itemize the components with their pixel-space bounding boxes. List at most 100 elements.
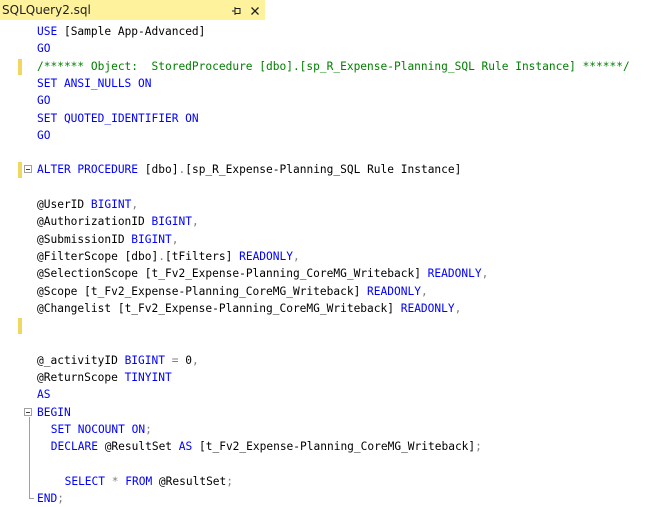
code-line[interactable]: USE [Sample App-Advanced] [0,23,658,40]
code-token: SELECT [64,474,112,488]
collapse-icon[interactable] [24,407,32,416]
code-line[interactable] [0,317,658,335]
code-line[interactable]: @Scope [t_Fv2_Expense-Planning_CoreMG_Wr… [0,283,658,300]
code-token: ; [226,474,234,488]
code-line[interactable] [0,144,658,161]
code-line[interactable]: @AuthorizationID BIGINT, [0,213,658,230]
code-token: [t_Fv2_Expense-Planning_CoreMG_Writeback… [199,440,476,454]
code-line[interactable]: @SelectionScope [t_Fv2_Expense-Planning_… [0,265,658,282]
code-token: @SelectionScope [37,267,145,281]
code-line[interactable] [0,456,658,473]
code-line[interactable]: @Changelist [t_Fv2_Expense-Planning_Core… [0,300,658,317]
document-tab-bar: SQLQuery2.sql [0,0,658,20]
code-text: @Changelist [t_Fv2_Expense-Planning_Core… [37,300,461,317]
code-token: , [481,267,489,281]
code-token: BIGINT [124,353,172,367]
code-line[interactable]: AS [0,386,658,403]
code-token: ; [145,422,152,436]
code-line[interactable]: ALTER PROCEDURE [dbo].[sp_R_Expense-Plan… [0,161,658,179]
code-text: SET NOCOUNT ON; [51,421,152,438]
pin-icon[interactable] [229,3,243,17]
code-token: @FilterScope [37,249,125,263]
code-token: , [191,215,199,229]
code-text: ALTER PROCEDURE [dbo].[sp_R_Expense-Plan… [37,161,461,178]
code-token: ; [475,440,482,454]
code-token: BEGIN [37,405,71,419]
code-text: @AuthorizationID BIGINT, [37,213,199,230]
code-token: [sp_R_Expense-Planning_SQL Rule Instance… [185,163,462,177]
code-text: USE [Sample App-Advanced] [37,23,205,40]
code-line[interactable]: GO [0,92,658,109]
code-text: @FilterScope [dbo].[tFilters] READONLY, [37,248,300,265]
code-text: @Scope [t_Fv2_Expense-Planning_CoreMG_Wr… [37,283,428,300]
code-token: @UserID [37,198,91,211]
code-line[interactable]: @FilterScope [dbo].[tFilters] READONLY, [0,248,658,265]
code-line[interactable]: END; [0,490,658,507]
tab-sqlquery2[interactable]: SQLQuery2.sql [0,0,265,20]
code-token: . [158,249,165,263]
code-token: USE [37,25,64,38]
code-token: , [171,232,179,246]
code-line[interactable]: SET ANSI_NULLS ON [0,75,658,92]
change-marker [18,318,22,335]
code-editor[interactable]: USE [Sample App-Advanced] GO /****** Objec… [0,20,658,505]
code-token: AS [178,440,199,454]
code-token: BIGINT [90,198,132,211]
code-token: [tFilters] [165,249,240,263]
code-line[interactable]: SET NOCOUNT ON; [0,421,658,438]
code-token: SET ANSI_NULLS ON [37,76,152,90]
code-token: READONLY [367,284,421,298]
code-token: READONLY [427,267,482,281]
outline-guide-end [29,498,34,500]
change-marker [18,58,22,75]
code-token: @Changelist [37,301,118,315]
code-line[interactable]: @SubmissionID BIGINT, [0,231,658,248]
code-token: @AuthorizationID [37,215,152,229]
code-token: [dbo] [144,163,179,177]
collapse-icon[interactable] [24,165,32,174]
code-line[interactable]: @ReturnScope TINYINT [0,369,658,386]
code-token: TINYINT [124,371,172,384]
code-token: READONLY [239,249,293,263]
code-line[interactable] [0,179,658,196]
code-token: , [191,353,199,367]
code-token: DECLARE [50,440,105,454]
code-token: @Scope [37,284,85,298]
code-text: SET ANSI_NULLS ON [37,75,152,92]
close-icon[interactable] [248,3,262,17]
code-token: ALTER PROCEDURE [37,163,145,177]
code-token: GO [37,42,51,56]
code-text: BEGIN [37,404,71,421]
code-text: GO [37,92,50,109]
code-token: SET QUOTED_IDENTIFIER ON [37,111,199,125]
code-token: AS [37,388,51,402]
code-text: SELECT * FROM @ResultSet; [65,473,233,490]
change-marker [18,162,22,179]
code-token: END [37,492,58,506]
code-line[interactable]: BEGIN [0,404,658,421]
code-token: * [111,474,126,488]
code-token: BIGINT [131,232,172,246]
code-text: GO [37,127,50,144]
code-text: /****** Object: StoredProcedure [dbo].[s… [37,58,630,75]
code-token: 0 [185,353,192,367]
code-token: @ResultSet [104,440,179,454]
code-line[interactable]: @_activityID BIGINT = 0, [0,352,658,369]
code-line[interactable]: GO [0,40,658,57]
code-line[interactable]: SET QUOTED_IDENTIFIER ON [0,110,658,127]
code-line[interactable]: DECLARE @ResultSet AS [t_Fv2_Expense-Pla… [0,438,658,455]
code-token: , [420,284,428,298]
code-text: DECLARE @ResultSet AS [t_Fv2_Expense-Pla… [51,438,482,455]
code-line[interactable]: /****** Object: StoredProcedure [dbo].[s… [0,58,658,75]
code-token: = [171,353,186,367]
code-line[interactable]: GO [0,127,658,144]
code-line[interactable]: SELECT * FROM @ResultSet; [0,473,658,490]
code-token: [t_Fv2_Expense-Planning_CoreMG_Writeback… [144,267,428,281]
code-line[interactable]: @UserID BIGINT, [0,196,658,213]
code-line[interactable] [0,334,658,351]
code-token: GO [37,94,51,108]
code-text: SET QUOTED_IDENTIFIER ON [37,110,199,127]
code-token: , [131,198,139,211]
code-token: BIGINT [151,215,192,229]
code-token: @ReturnScope [37,371,125,384]
